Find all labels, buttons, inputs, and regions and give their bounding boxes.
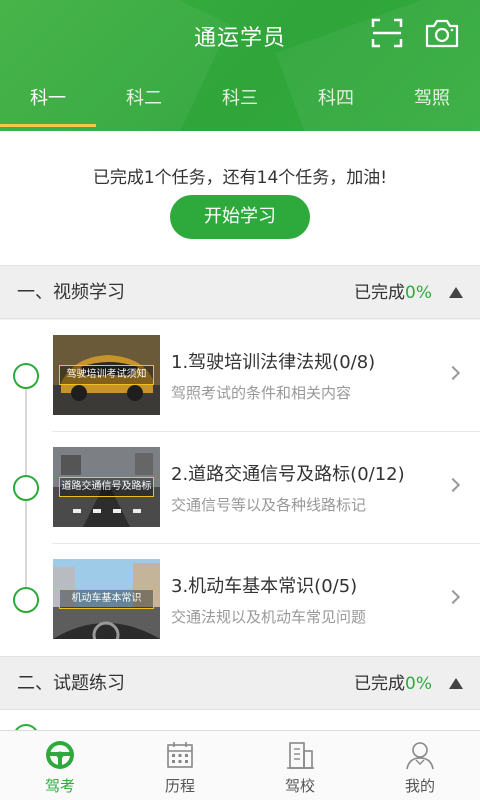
tab-subject-3[interactable]: 科三 <box>192 80 288 122</box>
thumbnail-caption: 驾驶培训考试须知 <box>59 365 154 385</box>
chevron-right-icon <box>445 589 461 605</box>
steering-wheel-icon <box>44 739 76 771</box>
start-study-button[interactable]: 开始学习 <box>170 195 310 239</box>
progress-dot <box>13 587 39 613</box>
video-description: 驾照考试的条件和相关内容 <box>171 384 352 402</box>
video-title: 2.道路交通信号及路标(0/12) <box>171 464 405 485</box>
progress-dot <box>13 475 39 501</box>
person-icon <box>404 739 436 771</box>
collapse-icon[interactable] <box>449 287 463 298</box>
nav-school[interactable]: 驾校 <box>240 731 360 800</box>
quiz-list-peek <box>0 710 480 750</box>
app-header: 通运学员 科一 科二 科三 科四 驾照 <box>0 0 480 131</box>
video-list: 驾驶培训考试须知 1.驾驶培训法律法规(0/8) 驾照考试的条件和相关内容 道路… <box>0 320 480 656</box>
nav-label: 驾校 <box>284 777 315 795</box>
app-title: 通运学员 <box>193 26 286 51</box>
chevron-right-icon <box>445 365 461 381</box>
tab-subject-2[interactable]: 科二 <box>96 80 192 122</box>
nav-exam[interactable]: 驾考 <box>0 731 120 800</box>
video-description: 交通信号等以及各种线路标记 <box>171 496 367 514</box>
bottom-nav: 驾考 历程 驾校 我的 <box>0 730 480 800</box>
subject-tabs: 科一 科二 科三 科四 驾照 <box>0 80 480 127</box>
list-item[interactable]: 道路交通信号及路标 2.道路交通信号及路标(0/12) 交通信号等以及各种线路标… <box>0 432 480 544</box>
thumbnail-caption: 道路交通信号及路标 <box>59 477 154 497</box>
video-thumbnail: 机动车基本常识 <box>53 559 160 639</box>
section-title: 二、试题练习 <box>17 673 125 694</box>
section-status: 已完成0% <box>354 657 432 711</box>
nav-profile[interactable]: 我的 <box>360 731 480 800</box>
nav-label: 历程 <box>164 777 195 795</box>
scan-icon[interactable] <box>370 17 404 49</box>
section-quiz-header[interactable]: 二、试题练习 已完成0% <box>0 656 480 710</box>
video-thumbnail: 驾驶培训考试须知 <box>53 335 160 415</box>
building-icon <box>284 739 316 771</box>
calendar-icon <box>164 739 196 771</box>
nav-history[interactable]: 历程 <box>120 731 240 800</box>
tab-subject-4[interactable]: 科四 <box>288 80 384 122</box>
tab-license[interactable]: 驾照 <box>384 80 480 122</box>
section-video-header[interactable]: 一、视频学习 已完成0% <box>0 265 480 319</box>
status-label: 已完成 <box>354 283 406 303</box>
progress-summary: 已完成1个任务，还有14个任务，加油! <box>92 168 388 188</box>
list-item[interactable]: 机动车基本常识 3.机动车基本常识(0/5) 交通法规以及机动车常见问题 <box>0 544 480 656</box>
video-description: 交通法规以及机动车常见问题 <box>171 608 367 626</box>
video-title: 3.机动车基本常识(0/5) <box>171 576 358 597</box>
camera-icon[interactable] <box>425 17 459 49</box>
nav-label: 驾考 <box>44 777 75 795</box>
video-thumbnail: 道路交通信号及路标 <box>53 447 160 527</box>
status-label: 已完成 <box>354 674 406 694</box>
chevron-right-icon <box>445 477 461 493</box>
nav-label: 我的 <box>404 777 435 795</box>
video-title: 1.驾驶培训法律法规(0/8) <box>171 352 376 373</box>
section-status: 已完成0% <box>354 266 432 320</box>
status-percent: 0% <box>405 674 432 694</box>
list-item[interactable]: 驾驶培训考试须知 1.驾驶培训法律法规(0/8) 驾照考试的条件和相关内容 <box>0 320 480 432</box>
section-title: 一、视频学习 <box>17 282 125 303</box>
collapse-icon[interactable] <box>449 678 463 689</box>
thumbnail-caption: 机动车基本常识 <box>59 589 154 609</box>
status-percent: 0% <box>405 283 432 303</box>
tab-subject-1[interactable]: 科一 <box>0 80 96 127</box>
progress-dot <box>13 363 39 389</box>
